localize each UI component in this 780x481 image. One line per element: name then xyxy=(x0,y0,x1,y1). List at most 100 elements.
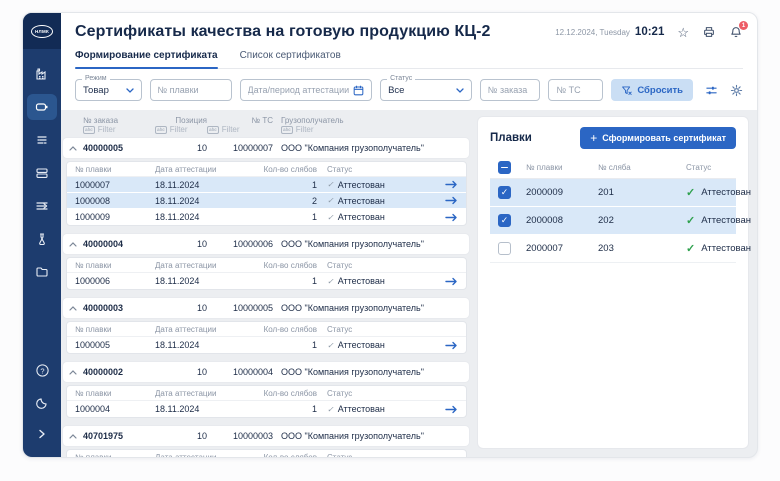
factory-icon xyxy=(34,66,50,82)
help-button[interactable]: ? xyxy=(29,359,55,381)
melt-row[interactable]: 1000006 18.11.2024 1 ✓Аттестован xyxy=(67,273,466,289)
order-number-field[interactable] xyxy=(480,79,541,101)
order-tc-number: 10000006 xyxy=(207,239,273,249)
flask-icon xyxy=(34,231,50,247)
column-filter-tc[interactable]: abcFilter xyxy=(207,125,273,134)
create-certificate-button[interactable]: + Сформировать сертификат xyxy=(580,127,736,149)
melt-panel-row[interactable]: 2000007 203 ✓Аттестован xyxy=(490,235,736,263)
subtable-column-headers: № плавки Дата аттестации Кол-во слябов С… xyxy=(67,258,466,273)
column-position: Позиция xyxy=(155,116,207,125)
melt-row[interactable]: 1000007 18.11.2024 1 ✓Аттестован xyxy=(67,177,466,193)
collapse-caret-icon[interactable] xyxy=(63,146,83,151)
open-row-button[interactable] xyxy=(436,277,466,286)
column-slab-count: Кол-во слябов xyxy=(255,453,317,459)
check-icon: ✓ xyxy=(327,180,334,189)
check-icon: ✓ xyxy=(327,405,334,414)
notifications-button[interactable]: 1 xyxy=(729,25,743,39)
melt-row[interactable]: 1000005 18.11.2024 1 ✓Аттестован xyxy=(67,337,466,353)
create-certificate-label: Сформировать сертификат xyxy=(602,133,726,143)
status-cell: ✓Аттестован xyxy=(317,212,436,222)
status-select[interactable]: Статус Все xyxy=(380,79,472,101)
order-group-header[interactable]: 40701975 10 10000003 ООО "Компания грузо… xyxy=(63,426,469,446)
collapse-caret-icon[interactable] xyxy=(63,306,83,311)
open-row-button[interactable] xyxy=(436,341,466,350)
open-row-button[interactable] xyxy=(436,405,466,414)
column-filter-position[interactable]: abcFilter xyxy=(155,125,207,134)
attestation-date: 18.11.2024 xyxy=(155,404,255,414)
order-group-header[interactable]: 40000002 10 10000004 ООО "Компания грузо… xyxy=(63,362,469,382)
sidebar-item-lab[interactable] xyxy=(27,226,57,252)
collapse-caret-icon[interactable] xyxy=(63,242,83,247)
print-button[interactable] xyxy=(702,25,716,39)
column-slab-number: № сляба xyxy=(598,163,686,172)
melts-rows: ✓ 2000009 201 ✓Аттестован ✓ 2000008 202 … xyxy=(490,179,736,263)
column-status: Статус xyxy=(317,261,436,270)
theme-toggle-button[interactable] xyxy=(29,391,55,413)
status-label: Аттестован xyxy=(701,215,751,226)
slab-count: 2 xyxy=(255,196,317,206)
order-group-header[interactable]: 40000005 10 10000007 ООО "Компания грузо… xyxy=(63,138,469,158)
sidebar-expand-button[interactable] xyxy=(29,423,55,445)
sidebar-item-transfer[interactable] xyxy=(27,193,57,219)
app-window: НЛМК xyxy=(22,12,758,458)
column-status: Статус xyxy=(317,453,436,459)
favorite-button[interactable]: ☆ xyxy=(677,26,689,39)
melt-row[interactable]: 1000009 18.11.2024 1 ✓Аттестован xyxy=(67,209,466,225)
sidebar-item-slabs[interactable] xyxy=(27,160,57,186)
notification-badge: 1 xyxy=(739,21,748,30)
orders-column-headers: № заказа Позиция № ТС Грузополучатель xyxy=(63,116,469,125)
order-group-header[interactable]: 40000004 10 10000006 ООО "Компания грузо… xyxy=(63,234,469,254)
settings-button[interactable] xyxy=(730,84,743,97)
melt-panel-row[interactable]: ✓ 2000009 201 ✓Аттестован xyxy=(490,179,736,207)
sidebar: НЛМК xyxy=(23,13,61,457)
sidebar-item-certificates[interactable] xyxy=(27,94,57,120)
sidebar-item-documents[interactable] xyxy=(27,259,57,285)
orders-filter-row: abcFilter abcFilter abcFilter abcFilter xyxy=(63,125,469,134)
order-number: 40000002 xyxy=(83,367,155,377)
collapse-caret-icon[interactable] xyxy=(63,370,83,375)
mode-select[interactable]: Режим Товар xyxy=(75,79,142,101)
melt-row[interactable]: 1000004 18.11.2024 1 ✓Аттестован xyxy=(67,401,466,417)
select-all-checkbox[interactable] xyxy=(498,161,511,174)
order-number-input[interactable] xyxy=(488,85,533,95)
tc-number-field[interactable] xyxy=(548,79,603,101)
gear-icon xyxy=(730,84,743,97)
order-group-header[interactable]: 40000003 10 10000005 ООО "Компания грузо… xyxy=(63,298,469,318)
row-checkbox[interactable] xyxy=(498,242,511,255)
sidebar-item-program[interactable] xyxy=(27,127,57,153)
table-settings-button[interactable] xyxy=(705,84,718,97)
melt-number-field[interactable] xyxy=(150,79,232,101)
melt-row[interactable]: 1000008 18.11.2024 2 ✓Аттестован xyxy=(67,193,466,209)
order-group: 40000004 10 10000006 ООО "Компания грузо… xyxy=(63,234,469,290)
row-checkbox[interactable]: ✓ xyxy=(498,214,511,227)
column-attestation-date: Дата аттестации xyxy=(155,325,255,334)
column-filter-recipient[interactable]: abcFilter xyxy=(273,125,469,134)
column-filter-order[interactable]: abcFilter xyxy=(83,125,155,134)
status-label: Аттестован xyxy=(338,340,385,350)
sidebar-nav xyxy=(23,61,61,285)
melt-number-input[interactable] xyxy=(158,85,224,95)
status-cell: ✓Аттестован xyxy=(686,214,751,227)
row-checkbox[interactable]: ✓ xyxy=(498,186,511,199)
attestation-date-input[interactable] xyxy=(248,85,354,95)
open-row-button[interactable] xyxy=(436,213,466,222)
attestation-date-field[interactable] xyxy=(240,79,373,101)
arrow-right-icon xyxy=(445,341,458,350)
tab-certificate-list[interactable]: Список сертификатов xyxy=(240,50,341,68)
tab-form-certificate[interactable]: Формирование сертификата xyxy=(75,50,218,68)
check-icon: ✓ xyxy=(327,196,334,205)
collapse-caret-icon[interactable] xyxy=(63,434,83,439)
open-row-button[interactable] xyxy=(436,180,466,189)
melt-panel-row[interactable]: ✓ 2000008 202 ✓Аттестован xyxy=(490,207,736,235)
sidebar-item-factory[interactable] xyxy=(27,61,57,87)
mode-select-label: Режим xyxy=(82,75,110,82)
reset-filters-label: Сбросить xyxy=(637,85,683,96)
open-row-button[interactable] xyxy=(436,196,466,205)
sidebar-bottom: ? xyxy=(29,359,55,457)
plus-icon: + xyxy=(590,132,597,144)
reset-filters-button[interactable]: Сбросить xyxy=(611,79,693,101)
tc-number-input[interactable] xyxy=(556,85,595,95)
order-position: 10 xyxy=(155,303,207,313)
subtable-rows: 1000006 18.11.2024 1 ✓Аттестован xyxy=(67,273,466,289)
check-icon: ✓ xyxy=(686,242,695,255)
